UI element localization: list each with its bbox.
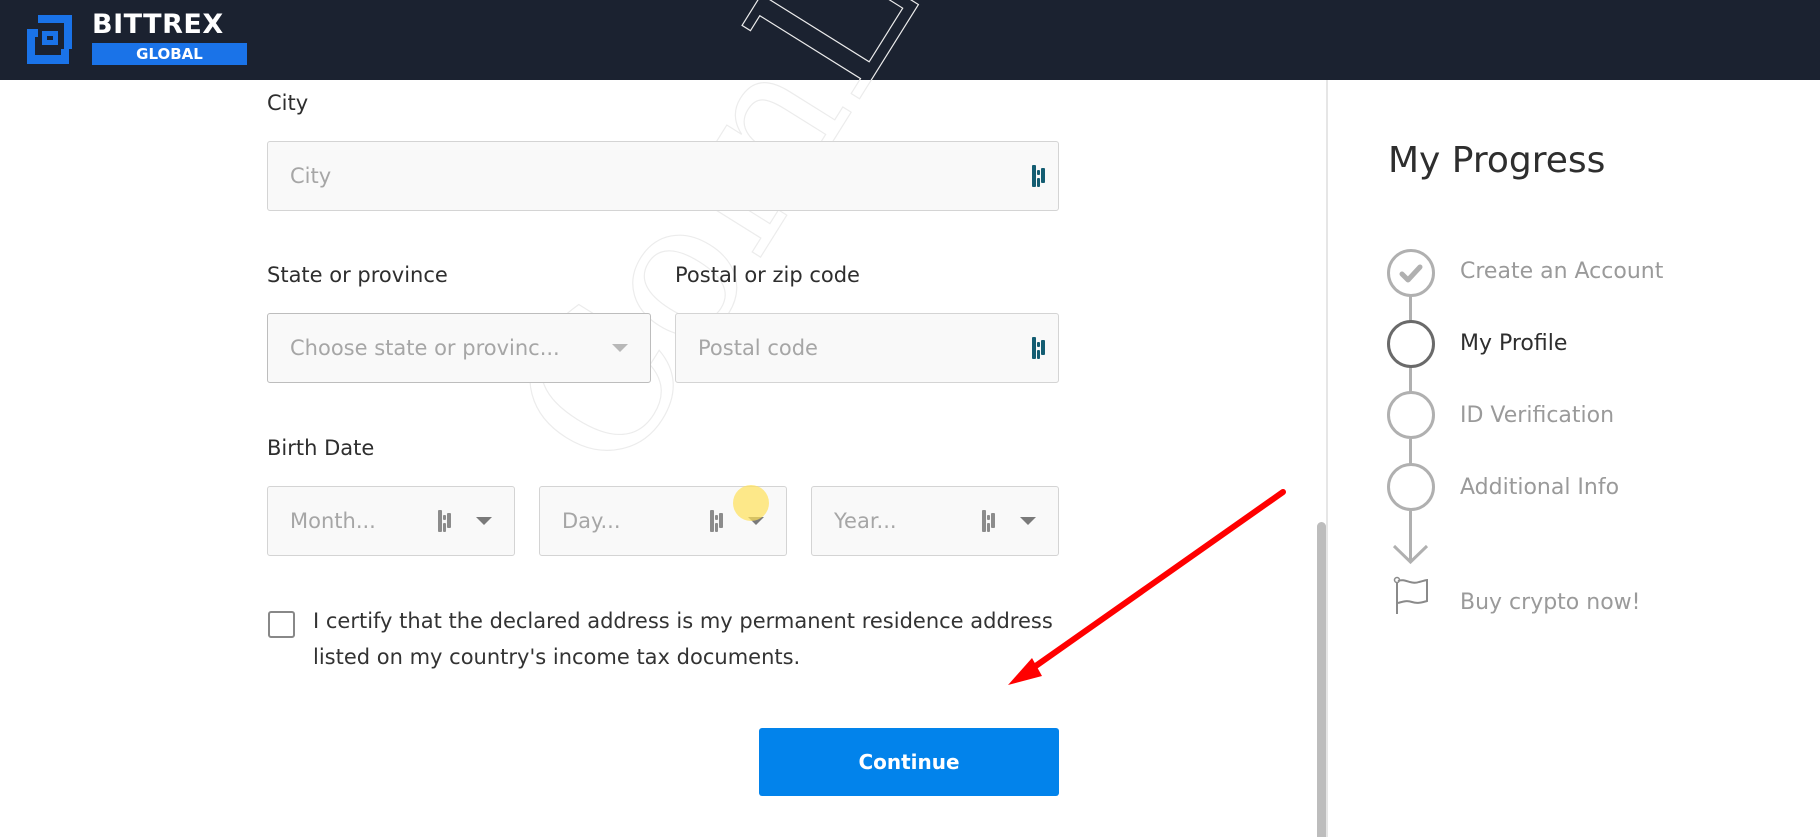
logo-region-badge: GLOBAL bbox=[92, 43, 247, 65]
password-manager-icon[interactable] bbox=[436, 509, 454, 533]
step-buy-crypto: Buy crypto now! bbox=[1460, 590, 1641, 615]
step-current-icon bbox=[1387, 320, 1435, 368]
step-id-verification: ID Verification bbox=[1460, 403, 1615, 428]
certify-text: I certify that the declared address is m… bbox=[313, 609, 1053, 669]
birth-date-label: Birth Date bbox=[267, 436, 375, 460]
city-label: City bbox=[267, 91, 309, 115]
step-my-profile: My Profile bbox=[1460, 331, 1568, 356]
continue-button[interactable]: Continue bbox=[759, 728, 1059, 796]
top-header: BITTREX GLOBAL bbox=[0, 0, 1820, 80]
step-pending-icon bbox=[1387, 463, 1435, 511]
password-manager-icon[interactable] bbox=[1030, 164, 1048, 188]
progress-title: My Progress bbox=[1388, 140, 1606, 181]
step-pending-icon bbox=[1387, 391, 1435, 439]
password-manager-icon[interactable] bbox=[980, 509, 998, 533]
postal-placeholder: Postal code bbox=[698, 336, 818, 360]
panel-divider bbox=[1326, 80, 1328, 837]
check-icon bbox=[1399, 264, 1423, 283]
state-label: State or province bbox=[267, 263, 448, 287]
step-connector bbox=[1409, 296, 1412, 322]
chevron-down-icon bbox=[1020, 517, 1036, 525]
logo-mark-icon bbox=[24, 12, 72, 66]
step-connector bbox=[1409, 367, 1412, 393]
step-additional-info: Additional Info bbox=[1460, 475, 1620, 500]
birth-year-select[interactable]: Year... bbox=[811, 486, 1059, 556]
postal-input[interactable]: Postal code bbox=[675, 313, 1059, 383]
step-connector bbox=[1409, 439, 1412, 465]
month-placeholder: Month... bbox=[290, 509, 376, 533]
bittrex-logo[interactable]: BITTREX GLOBAL bbox=[24, 11, 247, 66]
state-placeholder: Choose state or provinc... bbox=[290, 336, 560, 360]
day-placeholder: Day... bbox=[562, 509, 621, 533]
postal-label: Postal or zip code bbox=[675, 263, 860, 287]
chevron-down-icon bbox=[612, 344, 628, 352]
city-placeholder: City bbox=[290, 164, 332, 188]
scrollbar-thumb[interactable] bbox=[1317, 522, 1326, 837]
password-manager-icon[interactable] bbox=[708, 509, 726, 533]
flag-icon bbox=[1393, 576, 1428, 614]
year-placeholder: Year... bbox=[834, 509, 897, 533]
certify-checkbox[interactable] bbox=[268, 611, 295, 638]
step-completed-icon bbox=[1387, 249, 1435, 297]
birth-month-select[interactable]: Month... bbox=[267, 486, 515, 556]
cursor-highlight bbox=[733, 485, 769, 521]
chevron-down-icon bbox=[476, 517, 492, 525]
step-connector bbox=[1409, 511, 1412, 561]
step-create-account: Create an Account bbox=[1460, 259, 1664, 284]
city-input[interactable]: City bbox=[267, 141, 1059, 211]
logo-name: BITTREX bbox=[92, 9, 224, 40]
password-manager-icon[interactable] bbox=[1030, 336, 1048, 360]
state-select[interactable]: Choose state or provinc... bbox=[267, 313, 651, 383]
